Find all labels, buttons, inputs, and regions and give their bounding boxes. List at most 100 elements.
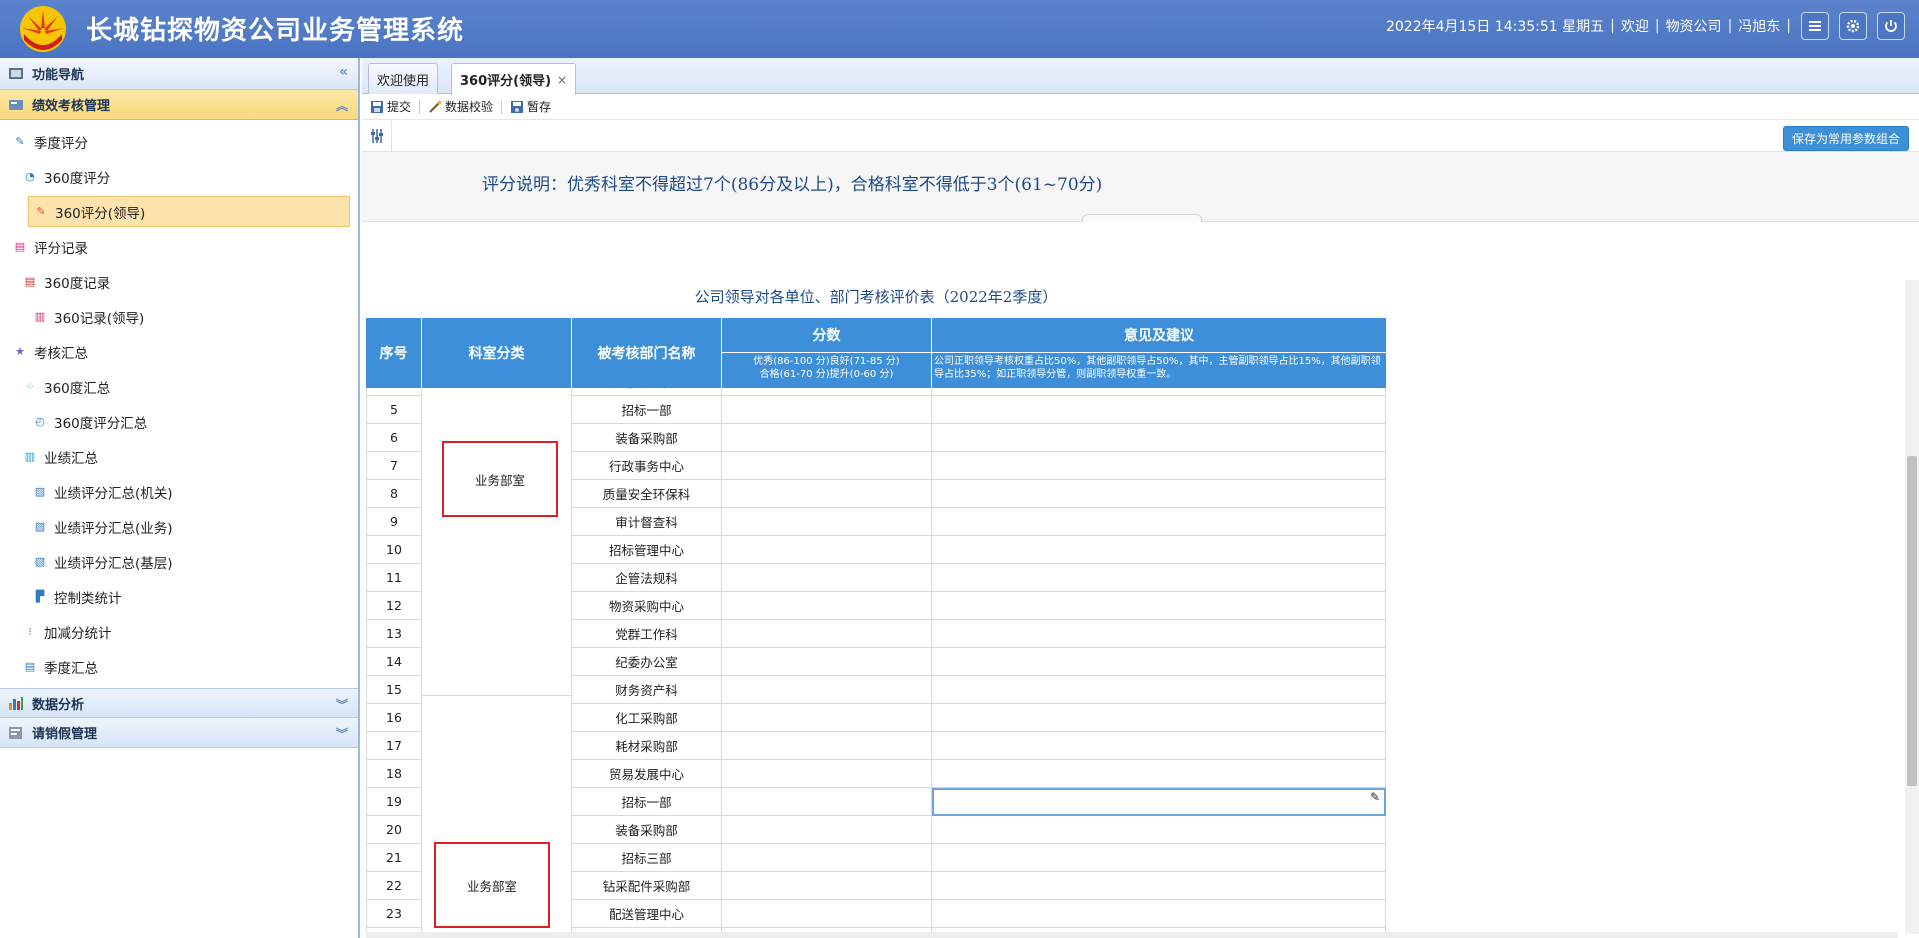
score-input[interactable] — [722, 592, 932, 620]
note-input[interactable] — [932, 396, 1386, 424]
sidebar-item-label: 业绩评分汇总(机关) — [54, 485, 173, 502]
sidebar-item-performance-grassroots[interactable]: ▧ 业绩评分汇总(基层) — [0, 544, 358, 579]
note-input[interactable] — [932, 844, 1386, 872]
separator: | — [1610, 18, 1615, 34]
save-params-button[interactable]: 保存为常用参数组合 — [1782, 126, 1909, 151]
tab-welcome[interactable]: 欢迎使用 — [368, 63, 439, 94]
score-input[interactable] — [722, 396, 932, 424]
note-input[interactable] — [932, 620, 1386, 648]
score-input[interactable] — [722, 536, 932, 564]
row-dept: 装备采购部 — [572, 816, 722, 844]
score-input[interactable] — [722, 620, 932, 648]
note-input[interactable] — [932, 760, 1386, 788]
bar-chart-icon: ▥ — [24, 450, 36, 463]
vertical-scrollbar[interactable] — [1905, 280, 1919, 934]
sidebar-item-performance-summary[interactable]: ▥ 业绩汇总 — [0, 439, 358, 474]
score-input[interactable] — [722, 732, 932, 760]
sidebar-item-360-score[interactable]: ◔ 360度评分 — [0, 159, 358, 194]
close-tab-icon[interactable]: × — [557, 73, 567, 87]
sidebar-item-quarter-score[interactable]: ✎ 季度评分 — [0, 124, 358, 159]
sidebar-item-quarter-summary[interactable]: ▤ 季度汇总 — [0, 649, 358, 684]
tab-360-leader-score[interactable]: 360评分(领导) × — [451, 63, 577, 95]
score-input[interactable] — [722, 452, 932, 480]
filter-settings-button[interactable] — [362, 120, 392, 151]
note-input[interactable] — [932, 452, 1386, 480]
sidebar-item-performance-office[interactable]: ▧ 业绩评分汇总(机关) — [0, 474, 358, 509]
note-input[interactable] — [932, 536, 1386, 564]
gear-icon — [1846, 19, 1860, 33]
row-dept: 财务资产科 — [572, 676, 722, 704]
note-input[interactable] — [932, 592, 1386, 620]
collapse-sidebar-icon[interactable]: « — [339, 64, 348, 80]
horizontal-scrollbar[interactable] — [366, 932, 1898, 938]
sidebar-item-360-record[interactable]: ▤ 360度记录 — [0, 264, 358, 299]
chevron-down-icon: ︾ — [335, 698, 348, 712]
score-input[interactable] — [722, 816, 932, 844]
sidebar-item-assessment-summary[interactable]: ★ 考核汇总 — [0, 334, 358, 369]
table-row: 14 纪委办公室 — [366, 648, 1386, 676]
menu-button[interactable] — [1801, 12, 1829, 40]
sidebar-item-360-leader-score[interactable]: ✎ 360评分(领导) — [28, 196, 350, 227]
score-input[interactable] — [722, 760, 932, 788]
settings-button[interactable] — [1839, 12, 1867, 40]
note-input[interactable] — [932, 424, 1386, 452]
submit-button[interactable]: 提交 — [366, 98, 415, 115]
row-no: 22 — [366, 872, 422, 900]
grid-icon: ⁘ — [25, 380, 35, 393]
validate-button[interactable]: 数据校验 — [424, 98, 497, 115]
note-input[interactable] — [932, 872, 1386, 900]
note-input[interactable]: ✎ — [932, 788, 1386, 816]
sidebar-item-bonus-stats[interactable]: ⁝ 加减分统计 — [0, 614, 358, 649]
note-input[interactable] — [932, 388, 1386, 396]
sidebar-item-score-record[interactable]: ▤ 评分记录 — [0, 229, 358, 264]
sidebar-group-performance[interactable]: 绩效考核管理 ︽ — [0, 90, 358, 120]
row-dept: 配送管理中心 — [572, 900, 722, 928]
table-row: 21 招标三部 — [366, 844, 1386, 872]
sidebar-group-data-analysis[interactable]: 数据分析 ︾ — [0, 688, 358, 718]
score-input[interactable] — [722, 564, 932, 592]
sidebar-item-360-summary[interactable]: ⁘ 360度汇总 — [0, 369, 358, 404]
row-no: 20 — [366, 816, 422, 844]
sidebar-item-label: 业绩评分汇总(业务) — [54, 520, 173, 537]
note-input[interactable] — [932, 564, 1386, 592]
sidebar-item-360-score-summary[interactable]: ◴ 360度评分汇总 — [0, 404, 358, 439]
score-input[interactable] — [722, 424, 932, 452]
note-input[interactable] — [932, 816, 1386, 844]
row-no: 16 — [366, 704, 422, 732]
sidebar-group-leave[interactable]: 请销假管理 ︾ — [0, 718, 358, 748]
note-input[interactable] — [932, 508, 1386, 536]
sidebar-item-performance-business[interactable]: ▧ 业绩评分汇总(业务) — [0, 509, 358, 544]
note-input[interactable] — [932, 676, 1386, 704]
sliders-icon — [370, 128, 383, 143]
draft-button[interactable]: 暂存 — [506, 98, 555, 115]
score-input[interactable] — [722, 872, 932, 900]
score-input[interactable] — [722, 388, 932, 396]
table-row: 20 装备采购部 — [366, 816, 1386, 844]
score-input[interactable] — [722, 788, 932, 816]
sidebar-item-control-stats[interactable]: ▛ 控制类统计 — [0, 579, 358, 614]
score-input[interactable] — [722, 508, 932, 536]
note-input[interactable] — [932, 648, 1386, 676]
note-input[interactable] — [932, 732, 1386, 760]
score-input[interactable] — [722, 676, 932, 704]
scroll-thumb[interactable] — [1907, 456, 1917, 786]
score-input[interactable] — [722, 704, 932, 732]
score-input[interactable] — [722, 900, 932, 928]
score-input[interactable] — [722, 844, 932, 872]
note-input[interactable] — [932, 480, 1386, 508]
table-header: 序号 科室分类 被考核部门名称 分数 意见及建议 优秀(86-100 分)良好(… — [366, 318, 1386, 388]
note-input[interactable] — [932, 704, 1386, 732]
row-dept: 耗材采购部 — [572, 732, 722, 760]
row-no: 8 — [366, 480, 422, 508]
power-icon — [1885, 20, 1897, 32]
score-input[interactable] — [722, 480, 932, 508]
tab-label: 欢迎使用 — [377, 73, 430, 89]
note-input[interactable] — [932, 900, 1386, 928]
separator: | — [1654, 18, 1660, 34]
row-no: 6 — [366, 424, 422, 452]
logout-button[interactable] — [1877, 12, 1905, 40]
row-no: 10 — [366, 536, 422, 564]
score-input[interactable] — [722, 648, 932, 676]
resize-handle[interactable] — [1082, 214, 1202, 222]
sidebar-item-360-leader-record[interactable]: ▥ 360记录(领导) — [0, 299, 358, 334]
